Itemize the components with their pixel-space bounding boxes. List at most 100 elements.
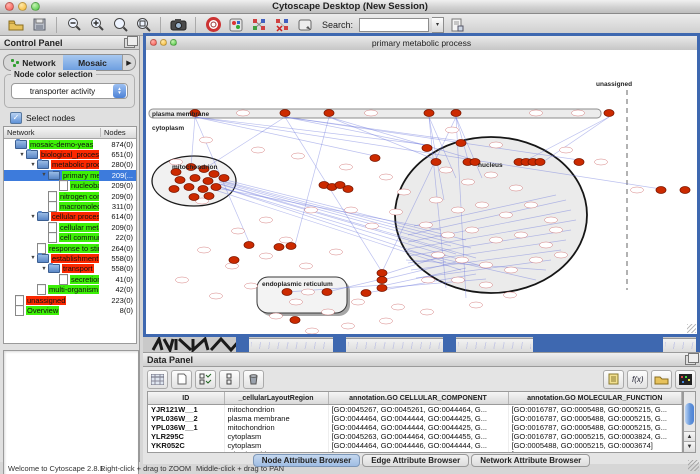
zoom-fit-icon[interactable] xyxy=(133,16,153,34)
notes-icon[interactable] xyxy=(603,370,624,389)
gene-node[interactable] xyxy=(184,184,194,191)
gene-label-node[interactable] xyxy=(490,237,503,243)
gene-label-node[interactable] xyxy=(510,185,523,191)
zoom-out-icon[interactable] xyxy=(64,16,84,34)
gene-label-node[interactable] xyxy=(442,232,455,238)
table-cell[interactable]: [GO:0044464, GO:0044446, GO:0044444, G..… xyxy=(328,441,508,450)
select-nodes-checkbox[interactable]: ✓ xyxy=(10,112,22,124)
table-row[interactable]: YKR052Ccytoplasm[GO:0044464, GO:0044446,… xyxy=(148,441,682,450)
tree-column-nodes[interactable]: Nodes xyxy=(101,128,136,137)
gene-label-node[interactable] xyxy=(340,164,353,170)
open-folder-icon[interactable] xyxy=(6,16,26,34)
table-cell[interactable]: [GO:0005488, GO:0005215, GO:0003674] xyxy=(508,441,682,450)
gene-label-node[interactable] xyxy=(480,282,493,288)
float-panel-icon[interactable] xyxy=(124,38,135,48)
gene-node[interactable] xyxy=(189,194,199,201)
gene-label-node[interactable] xyxy=(176,277,189,283)
background-window-border[interactable] xyxy=(236,337,249,352)
table-cell[interactable]: [GO:0044464, GO:0044444, GO:0044425, G..… xyxy=(328,414,508,423)
gene-node[interactable] xyxy=(451,110,461,117)
table-cell[interactable]: [GO:0045267, GO:0045261, GO:0044464, G..… xyxy=(328,405,508,415)
gene-node[interactable] xyxy=(324,110,334,117)
background-window-sliver[interactable] xyxy=(249,338,333,352)
gene-label-node[interactable] xyxy=(292,153,305,159)
network-view-icon[interactable] xyxy=(249,16,269,34)
gene-label-node[interactable] xyxy=(421,309,434,315)
gene-label-node[interactable] xyxy=(232,228,245,234)
table-column-header[interactable]: _cellularLayoutRegion xyxy=(224,392,328,405)
gene-node[interactable] xyxy=(219,175,229,182)
gene-node[interactable] xyxy=(456,140,466,147)
gene-label-node[interactable] xyxy=(430,197,443,203)
network-destroy-icon[interactable] xyxy=(272,16,292,34)
tree-row[interactable]: ▼metabolic process280(0) xyxy=(4,160,136,170)
table-cell[interactable]: plasma membrane xyxy=(224,414,328,423)
gene-label-node[interactable] xyxy=(330,249,343,255)
table-cell[interactable]: [GO:0016787, GO:0005488, GO:0005215, G..… xyxy=(508,450,682,453)
tree-row[interactable]: ▼transport558(0) xyxy=(4,264,136,274)
network-edge[interactable] xyxy=(295,117,329,245)
tree-row[interactable]: ▼primary metabo209(... xyxy=(4,170,136,180)
table-cell[interactable]: [GO:0016787, GO:0005488, GO:0005215, G..… xyxy=(508,414,682,423)
zoom-selected-icon[interactable] xyxy=(110,16,130,34)
gene-label-node[interactable] xyxy=(365,110,378,116)
gene-node[interactable] xyxy=(377,277,387,284)
gene-label-node[interactable] xyxy=(550,227,563,233)
tree-row[interactable]: ▼establishment of lo558(0) xyxy=(4,253,136,263)
gene-node[interactable] xyxy=(343,186,353,193)
attribute-grid-icon[interactable] xyxy=(147,370,168,389)
gene-label-node[interactable] xyxy=(200,137,213,143)
disclosure-triangle-icon[interactable]: ▼ xyxy=(40,172,48,178)
table-cell[interactable]: YDR039C__1 xyxy=(148,450,224,453)
table-cell[interactable]: cytoplasm xyxy=(224,441,328,450)
gene-node[interactable] xyxy=(377,285,387,292)
save-icon[interactable] xyxy=(29,16,49,34)
gene-node[interactable] xyxy=(361,290,371,297)
table-cell[interactable]: YJR121W__1 xyxy=(148,405,224,415)
camera-icon[interactable] xyxy=(168,16,188,34)
gene-node[interactable] xyxy=(198,186,208,193)
gene-label-node[interactable] xyxy=(490,142,503,148)
tree-row[interactable]: nitrogen compo209(0) xyxy=(4,191,136,201)
table-cell[interactable]: [GO:0016787, GO:0005488, GO:0005215, G..… xyxy=(508,405,682,415)
table-cell[interactable]: YLR295C xyxy=(148,432,224,441)
gene-node[interactable] xyxy=(274,244,284,251)
tree-row[interactable]: cell communicat22(0) xyxy=(4,233,136,243)
gene-node[interactable] xyxy=(370,155,380,162)
gene-label-node[interactable] xyxy=(252,147,265,153)
network-edge[interactable] xyxy=(329,117,468,158)
gene-label-node[interactable] xyxy=(290,299,303,305)
gene-node[interactable] xyxy=(209,171,219,178)
node-color-dropdown[interactable]: transporter activity ▲▼ xyxy=(11,83,128,99)
gene-label-node[interactable] xyxy=(422,277,435,283)
gene-node[interactable] xyxy=(322,289,332,296)
unselect-attributes-icon[interactable] xyxy=(219,370,240,389)
gene-node[interactable] xyxy=(431,159,441,166)
tree-row[interactable]: mosaic-demo-yeast874(0) xyxy=(4,139,136,149)
delete-attribute-icon[interactable] xyxy=(243,370,264,389)
gene-label-node[interactable] xyxy=(530,257,543,263)
gene-node[interactable] xyxy=(656,187,666,194)
network-edge[interactable] xyxy=(285,117,382,272)
gene-label-node[interactable] xyxy=(476,202,489,208)
gene-node[interactable] xyxy=(204,193,214,200)
table-row[interactable]: YPL036W__2plasma membrane[GO:0044464, GO… xyxy=(148,414,682,423)
zoom-in-icon[interactable] xyxy=(87,16,107,34)
tree-row[interactable]: cellular metabo209(0) xyxy=(4,222,136,232)
gene-label-node[interactable] xyxy=(504,292,517,298)
gene-label-node[interactable] xyxy=(302,289,315,295)
gene-label-node[interactable] xyxy=(390,209,403,215)
table-cell[interactable]: [GO:0044464, GO:0044444, GO:0044425, G..… xyxy=(328,423,508,432)
table-cell[interactable]: [GO:0016787, GO:0005488, GO:0005215, G..… xyxy=(508,423,682,432)
network-window-title-bar[interactable]: primary metabolic process xyxy=(146,36,697,51)
tree-row[interactable]: ▼biological_process651(0) xyxy=(4,149,136,159)
gene-label-node[interactable] xyxy=(485,172,498,178)
network-edge[interactable] xyxy=(519,117,609,164)
gene-label-node[interactable] xyxy=(366,223,379,229)
gene-node[interactable] xyxy=(169,186,179,193)
gene-node[interactable] xyxy=(286,243,296,250)
background-window-sliver[interactable] xyxy=(663,338,696,352)
gene-label-node[interactable] xyxy=(440,167,453,173)
gene-node[interactable] xyxy=(680,187,690,194)
tree-row[interactable]: Overview8(0) xyxy=(4,305,136,315)
